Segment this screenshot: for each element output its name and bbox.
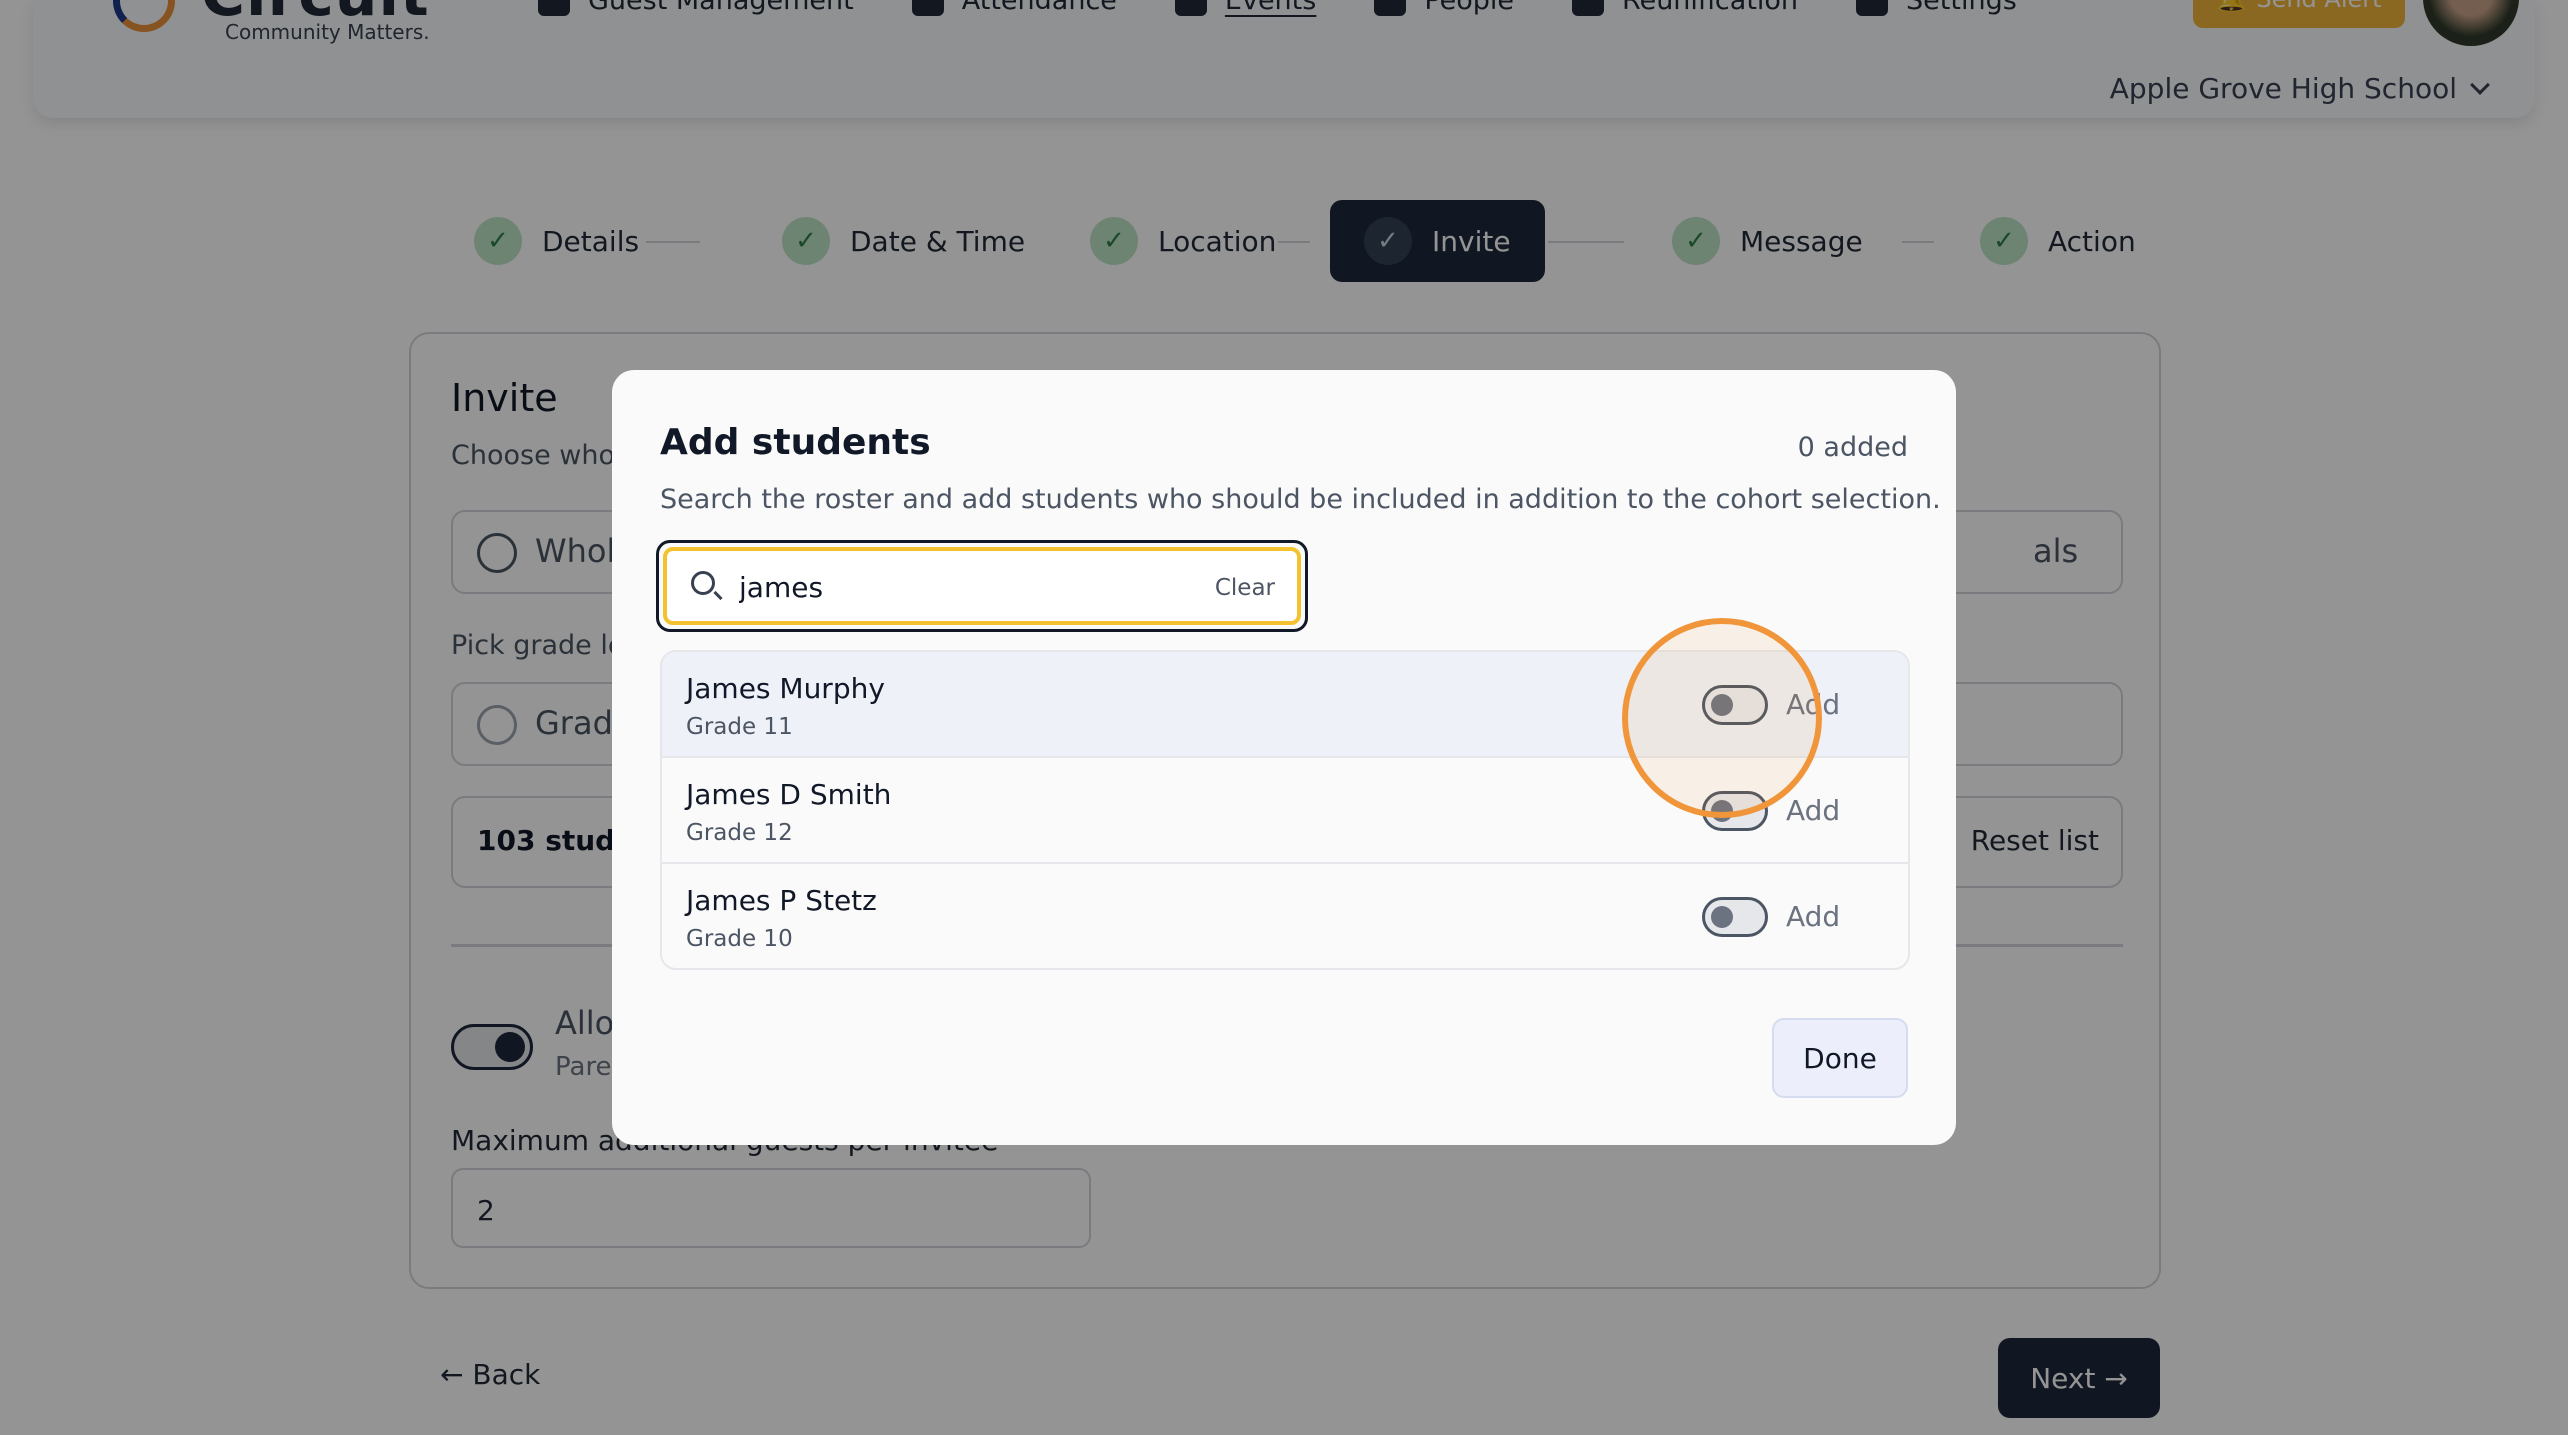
add-label: Add: [1786, 688, 1841, 721]
modal-description: Search the roster and add students who s…: [660, 484, 1941, 515]
student-name: James D Smith: [686, 778, 892, 811]
student-row[interactable]: James P Stetz Grade 10 Add: [662, 864, 1908, 968]
student-results-list: James Murphy Grade 11 Add James D Smith …: [660, 650, 1910, 970]
search-icon: [691, 571, 715, 595]
add-student-toggle[interactable]: [1702, 897, 1768, 937]
student-name: James Murphy: [686, 672, 885, 705]
toggle-knob: [1711, 906, 1733, 928]
search-input[interactable]: [737, 565, 1157, 609]
modal-title: Add students: [660, 422, 931, 463]
search-field: Clear: [656, 540, 1308, 632]
student-row[interactable]: James Murphy Grade 11 Add: [662, 652, 1908, 758]
student-grade: Grade 10: [686, 926, 793, 952]
toggle-knob: [1711, 694, 1733, 716]
search-box: Clear: [663, 547, 1301, 625]
clear-search-button[interactable]: Clear: [1215, 575, 1275, 601]
done-button[interactable]: Done: [1772, 1018, 1908, 1098]
added-count: 0 added: [1797, 432, 1908, 463]
add-label: Add: [1786, 900, 1841, 933]
student-grade: Grade 11: [686, 714, 793, 740]
student-row[interactable]: James D Smith Grade 12 Add: [662, 758, 1908, 864]
student-name: James P Stetz: [686, 884, 877, 917]
add-student-toggle[interactable]: [1702, 685, 1768, 725]
toggle-knob: [1711, 800, 1733, 822]
add-student-toggle[interactable]: [1702, 791, 1768, 831]
student-grade: Grade 12: [686, 820, 793, 846]
add-label: Add: [1786, 794, 1841, 827]
add-students-modal: Add students 0 added Search the roster a…: [612, 370, 1956, 1145]
